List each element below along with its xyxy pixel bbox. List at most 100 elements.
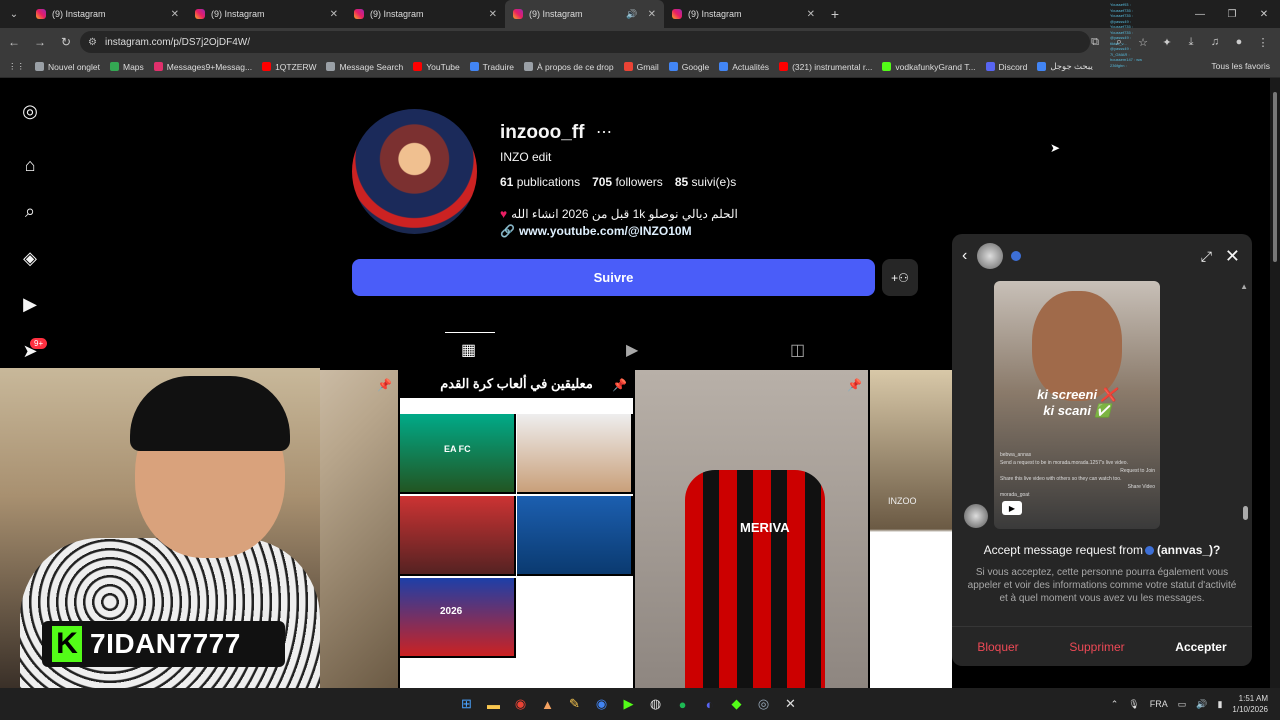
chrome-icon[interactable]: ◉ (591, 692, 612, 716)
back-icon[interactable]: ‹ (962, 247, 967, 265)
scroll-up-icon[interactable]: ▲ (1240, 282, 1248, 291)
instagram-logo-icon[interactable]: ◎ (18, 99, 42, 123)
back-icon[interactable]: ← (2, 30, 26, 54)
bookmark-item[interactable]: Discord (985, 62, 1027, 72)
apps-icon[interactable]: ⋮⋮ (8, 61, 25, 72)
tagged-tab-icon[interactable]: ◫ (790, 340, 805, 360)
close-window-icon[interactable]: ✕ (1248, 0, 1280, 28)
file-explorer-icon[interactable]: ▬ (483, 692, 504, 716)
delete-button[interactable]: Supprimer (1069, 640, 1124, 654)
battery-icon[interactable]: ▮ (1217, 699, 1222, 710)
followers-stat[interactable]: 705 followers (592, 175, 663, 189)
posts-grid-tab-icon[interactable]: ▦ (461, 340, 476, 360)
posts-stat[interactable]: 61 publications (500, 175, 580, 189)
home-icon[interactable]: ⌂ (18, 153, 42, 177)
scrollbar-thumb[interactable] (1243, 506, 1248, 520)
profile-icon[interactable]: ● (1228, 30, 1250, 54)
media-control-icon[interactable]: ♫ (1204, 30, 1226, 54)
profile-link[interactable]: 🔗 www.youtube.com/@INZO10M (500, 224, 692, 238)
forward-icon[interactable]: → (28, 30, 52, 54)
reels-tab-icon[interactable]: ▶ (626, 340, 638, 360)
search-icon[interactable]: ⌕ (18, 199, 42, 223)
more-options-icon[interactable]: ⋯ (596, 122, 612, 142)
xbox-icon[interactable]: ✕ (780, 692, 801, 716)
browser-tab-active[interactable]: (9) Instagram 🔊 ✕ (505, 0, 664, 28)
browser-tab[interactable]: (9) Instagram ✕ (346, 0, 505, 28)
block-button[interactable]: Bloquer (977, 640, 1018, 654)
chrome-icon[interactable]: ◉ (510, 692, 531, 716)
start-icon[interactable]: ⊞ (456, 692, 477, 716)
scrollbar-thumb[interactable] (1273, 92, 1277, 262)
profile-full-name: INZO edit (500, 150, 552, 164)
display-icon[interactable]: ▭ (1178, 699, 1187, 710)
following-stat[interactable]: 85 suivi(e)s (675, 175, 736, 189)
bookmark-item[interactable]: vodkafunkyGrand T... (882, 62, 976, 72)
close-tab-icon[interactable]: ✕ (171, 9, 179, 20)
close-icon[interactable]: ✕ (1225, 246, 1240, 267)
bookmark-item[interactable]: (321) instrumental r... (779, 62, 872, 72)
steam-icon[interactable]: ◎ (753, 692, 774, 716)
close-tab-icon[interactable]: ✕ (489, 9, 497, 20)
accept-button[interactable]: Accepter (1175, 640, 1226, 654)
tab-title: (9) Instagram (529, 9, 583, 19)
bookmark-item[interactable]: Messages9+Messag... (153, 62, 252, 72)
bookmark-item[interactable]: Nouvel onglet (35, 62, 100, 72)
tray-overflow-icon[interactable]: ⌃ (1111, 699, 1119, 710)
browser-tab[interactable]: (9) Instagram ✕ (28, 0, 187, 28)
bookmark-item[interactable]: Maps (109, 62, 144, 72)
app-icon[interactable]: ✎ (564, 692, 585, 716)
obs-icon[interactable]: ◍ (645, 692, 666, 716)
browser-tab[interactable]: (9) Instagram ✕ (187, 0, 346, 28)
install-icon[interactable]: ⧉ (1084, 30, 1106, 54)
menu-icon[interactable]: ⋮ (1252, 30, 1274, 54)
bookmark-item[interactable]: Message Search (326, 62, 403, 72)
new-tab-button[interactable]: + (823, 6, 847, 22)
discord-icon[interactable]: ◐ (699, 692, 720, 716)
bookmark-item[interactable]: 1QTZERW (262, 62, 316, 72)
bookmark-item[interactable]: Google (668, 62, 709, 72)
all-bookmarks-button[interactable]: Tous les favoris (1211, 61, 1270, 71)
play-icon[interactable]: ▶ (1002, 501, 1022, 515)
bookmark-item[interactable]: Traduire (469, 62, 514, 72)
restore-icon[interactable]: ❐ (1216, 0, 1248, 28)
suggested-users-button[interactable]: +⚇ (882, 259, 918, 296)
request-description: Si vous acceptez, cette personne pourra … (967, 567, 1237, 604)
browser-tab[interactable]: (9) Instagram ✕ (664, 0, 823, 28)
expand-icon[interactable]: ⤢ (1201, 248, 1212, 265)
app-icon[interactable]: ▶ (618, 692, 639, 716)
reels-icon[interactable]: ▶ (18, 292, 42, 316)
bookmark-item[interactable]: À propos de ce drop (524, 62, 614, 72)
spotify-icon[interactable]: ● (672, 692, 693, 716)
page-scrollbar[interactable] (1270, 78, 1280, 688)
tab-title: (9) Instagram (52, 9, 106, 19)
url-field[interactable]: ⚙ instagram.com/p/DS7j2OjDF4W/ (80, 31, 1090, 53)
bookmarks-bar: ⋮⋮ Nouvel onglet Maps Messages9+Messag..… (0, 56, 1280, 78)
app-icon[interactable]: ▲ (537, 692, 558, 716)
bookmark-item[interactable]: Actualités (719, 62, 769, 72)
follow-button[interactable]: Suivre (352, 259, 875, 296)
post-tile[interactable]: INZOO (870, 370, 952, 688)
close-tab-icon[interactable]: ✕ (330, 9, 338, 20)
speaker-icon[interactable]: 🔊 (626, 9, 637, 20)
sender-avatar[interactable] (977, 243, 1004, 269)
microphone-icon[interactable]: 🎙 (1128, 699, 1139, 710)
site-info-icon[interactable]: ⚙ (88, 37, 97, 48)
close-tab-icon[interactable]: ✕ (807, 9, 815, 20)
language-indicator[interactable]: FRA (1150, 699, 1168, 709)
app-icon[interactable]: ◆ (726, 692, 747, 716)
tab-search-menu-button[interactable]: ⌄ (0, 0, 28, 28)
explore-icon[interactable]: ◈ (18, 246, 42, 270)
minimize-icon[interactable]: — (1184, 0, 1216, 28)
post-tile[interactable]: معليقين في ألعاب كرة القدم 📌 EA FC 2026 (400, 370, 633, 688)
profile-avatar[interactable] (352, 109, 477, 234)
bookmark-item[interactable]: YouTube (413, 62, 460, 72)
download-icon[interactable]: ⤓ (1180, 30, 1202, 54)
post-tile[interactable]: MERIVA 📌 (635, 370, 868, 688)
reload-icon[interactable]: ↻ (54, 30, 78, 54)
bookmark-item[interactable]: يبحث جوجل (1037, 61, 1093, 72)
clock[interactable]: 1:51 AM 1/10/2026 (1232, 693, 1268, 715)
volume-icon[interactable]: 🔊 (1196, 699, 1207, 710)
close-tab-icon[interactable]: ✕ (648, 9, 656, 20)
shared-video-message[interactable]: ki screeni ❌ ki scani ✅ bebwa_annas Send… (994, 281, 1160, 529)
bookmark-item[interactable]: Gmail (623, 62, 659, 72)
